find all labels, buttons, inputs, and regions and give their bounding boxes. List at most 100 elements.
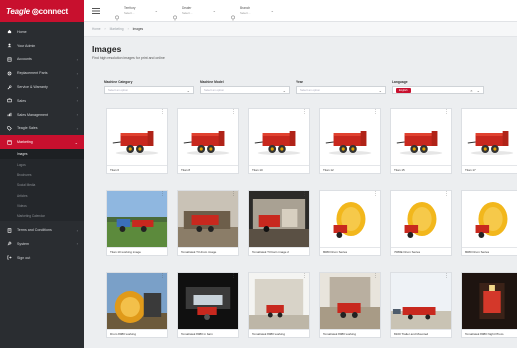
image-thumbnail[interactable]: ⋮ (249, 109, 309, 165)
product-photo (107, 273, 167, 329)
image-card[interactable]: ⋮ Tomahawk 8080 in barn (177, 272, 239, 338)
more-options-icon[interactable]: ⋮ (373, 110, 378, 115)
more-options-icon[interactable]: ⋮ (444, 274, 449, 279)
submenu-item-articles[interactable]: Articles (0, 190, 84, 200)
image-card[interactable]: ⋮8080 Drum Series (461, 190, 517, 256)
image-card[interactable]: ⋮ Tomahawk 8080 working (248, 272, 310, 338)
image-card[interactable]: ⋮ Titan 8 (177, 108, 239, 174)
image-card[interactable]: ⋮ Titan 12 (319, 108, 381, 174)
image-card[interactable]: ⋮ Titan 15 (390, 108, 452, 174)
sidebar-item-system[interactable]: System › (0, 237, 84, 251)
submenu-item-marketing-calendar[interactable]: Marketing Calendar (0, 211, 84, 221)
sidebar-item-service-warranty[interactable]: Service & Warranty › (0, 80, 84, 94)
more-options-icon[interactable]: ⋮ (373, 192, 378, 197)
breadcrumb-item[interactable]: Marketing (110, 27, 124, 31)
sidebar-item-label: Terms and Conditions (17, 228, 52, 233)
image-thumbnail[interactable]: ⋮ (107, 273, 167, 329)
sidebar-item-accounts[interactable]: Accounts › (0, 53, 84, 67)
submenu-item-social-media[interactable]: Social Media (0, 180, 84, 190)
more-options-icon[interactable]: ⋮ (231, 192, 236, 197)
image-thumbnail[interactable]: ⋮ (462, 109, 517, 165)
product-photo (462, 191, 517, 247)
language-tag[interactable]: English (396, 87, 411, 93)
image-card[interactable]: ⋮ Drum 8080 working (106, 272, 168, 338)
sidebar-item-sign-out[interactable]: Sign out (0, 251, 84, 265)
image-thumbnail[interactable]: ⋮ (178, 191, 238, 247)
machine-category-select[interactable]: Select an option ⌄ (104, 86, 194, 94)
wrench-icon (7, 85, 12, 90)
clear-icon[interactable]: × (470, 88, 472, 93)
more-options-icon[interactable]: ⋮ (231, 274, 236, 279)
image-thumbnail[interactable]: ⋮ (320, 109, 380, 165)
image-thumbnail[interactable]: ⋮ (178, 109, 238, 165)
submenu-item-images[interactable]: Images (0, 149, 84, 160)
image-thumbnail[interactable]: ⋮ (320, 273, 380, 329)
machine-model-select[interactable]: Select an option ⌄ (200, 86, 290, 94)
sidebar-item-sales[interactable]: Sales › (0, 94, 84, 108)
sidebar-item-terms-and-conditions[interactable]: Terms and Conditions › (0, 223, 84, 237)
sidebar-item-sales-management[interactable]: Sales Management › (0, 108, 84, 122)
more-options-icon[interactable]: ⋮ (160, 274, 165, 279)
more-options-icon[interactable]: ⋮ (160, 192, 165, 197)
image-thumbnail[interactable]: ⋮ (249, 273, 309, 329)
more-options-icon[interactable]: ⋮ (444, 192, 449, 197)
machine-model-label: Machine Model (200, 80, 224, 84)
image-thumbnail[interactable]: ⋮ (391, 273, 451, 329)
image-card[interactable]: ⋮ Tomahawk T3 drum image (177, 190, 239, 256)
product-photo (320, 109, 380, 165)
context-selector-territory[interactable]: Territory Select… ⌄ (110, 4, 162, 21)
image-card[interactable]: ⋮ Titan 10 working image (106, 190, 168, 256)
product-photo (391, 191, 451, 247)
image-caption: Titan 17 (462, 165, 517, 173)
image-caption: Drum 8080 working (107, 329, 167, 337)
chevron-right-icon: › (76, 125, 78, 131)
context-selector-dealer[interactable]: Dealer Select… ⌄ (168, 4, 220, 21)
image-thumbnail[interactable]: ⋮ (462, 273, 517, 329)
image-card[interactable]: ⋮Titan 17 (461, 108, 517, 174)
product-photo (320, 191, 380, 247)
image-card[interactable]: ⋮ Tomahawk T3 barn image 2 (248, 190, 310, 256)
image-thumbnail[interactable]: ⋮ (249, 191, 309, 247)
logo[interactable]: Teagle ◎connect (0, 0, 84, 22)
sidebar-item-your-admin[interactable]: Your Admin (0, 39, 84, 53)
sidebar-item-replacement-parts[interactable]: Replacement Parts › (0, 66, 84, 80)
more-options-icon[interactable]: ⋮ (302, 274, 307, 279)
image-thumbnail[interactable]: ⋮ (391, 109, 451, 165)
submenu-item-videos[interactable]: Videos (0, 201, 84, 211)
machine-model-placeholder: Select an option (204, 88, 225, 92)
more-options-icon[interactable]: ⋮ (373, 274, 378, 279)
image-card[interactable]: ⋮ 8100 Trailer and Mounted (390, 272, 452, 338)
more-options-icon[interactable]: ⋮ (160, 110, 165, 115)
image-card[interactable]: ⋮ 7080E Drum Series (390, 190, 452, 256)
menu-toggle-button[interactable] (88, 3, 104, 19)
image-thumbnail[interactable]: ⋮ (462, 191, 517, 247)
more-options-icon[interactable]: ⋮ (302, 110, 307, 115)
image-thumbnail[interactable]: ⋮ (391, 191, 451, 247)
image-caption: 8080 Drum Series (320, 247, 380, 255)
submenu-item-brochures[interactable]: Brochures (0, 170, 84, 180)
image-card[interactable]: ⋮ 8080 Drum Series (319, 190, 381, 256)
image-card[interactable]: ⋮ Titan 6 (106, 108, 168, 174)
image-card[interactable]: ⋮ Titan 10 (248, 108, 310, 174)
image-card[interactable]: ⋮Tomahawk 8080 Night Photo (461, 272, 517, 338)
language-filter: Language English × ⌄ (392, 80, 484, 94)
image-thumbnail[interactable]: ⋮ (178, 273, 238, 329)
context-selector-branch[interactable]: Branch Select… ⌄ (226, 4, 278, 21)
image-card[interactable]: ⋮ Tomahawk 8080 working (319, 272, 381, 338)
image-thumbnail[interactable]: ⋮ (320, 191, 380, 247)
more-options-icon[interactable]: ⋮ (231, 110, 236, 115)
image-thumbnail[interactable]: ⋮ (107, 191, 167, 247)
context-selectors: Territory Select… ⌄ Dealer Select… ⌄ Branch Sel… (104, 4, 278, 21)
submenu-item-logos[interactable]: Logos (0, 159, 84, 169)
language-select[interactable]: English × ⌄ (392, 86, 484, 94)
sidebar-item-marketing[interactable]: Marketing ⌄ (0, 135, 84, 150)
more-options-icon[interactable]: ⋮ (444, 110, 449, 115)
chevron-right-icon: › (76, 70, 78, 76)
year-select[interactable]: Select an option ⌄ (296, 86, 386, 94)
more-options-icon[interactable]: ⋮ (302, 192, 307, 197)
image-thumbnail[interactable]: ⋮ (107, 109, 167, 165)
signout-icon (7, 255, 12, 260)
sidebar-item-teagle-sales[interactable]: Teagle Sales › (0, 122, 84, 136)
sidebar-item-home[interactable]: Home (0, 25, 84, 39)
breadcrumb-item[interactable]: Home (92, 27, 101, 31)
